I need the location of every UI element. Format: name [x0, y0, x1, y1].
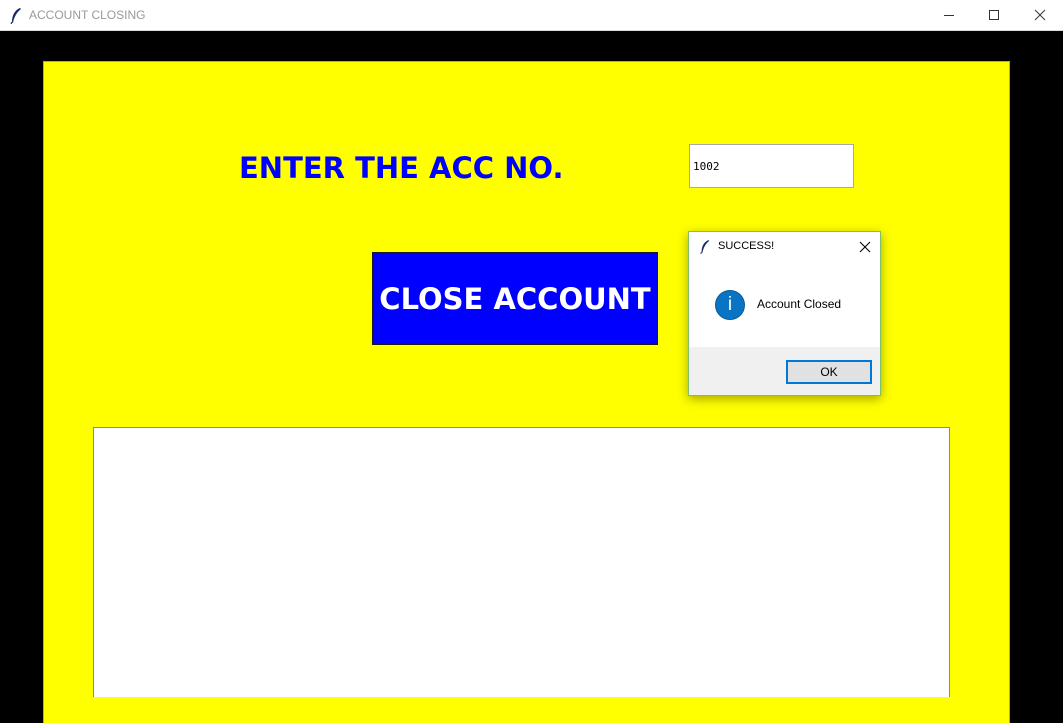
minimize-button[interactable]: [926, 0, 972, 30]
account-number-label: ENTER THE ACC NO.: [239, 151, 564, 185]
window-titlebar[interactable]: ACCOUNT CLOSING: [0, 0, 1063, 31]
close-icon: [1034, 9, 1046, 21]
maximize-button[interactable]: [971, 0, 1017, 30]
dialog-footer: OK: [689, 347, 880, 395]
dialog-title: SUCCESS!: [718, 240, 775, 252]
dialog-close-button[interactable]: [855, 237, 875, 257]
close-account-button[interactable]: CLOSE ACCOUNT: [372, 252, 658, 345]
info-icon: i: [715, 290, 745, 320]
feather-icon: [10, 8, 21, 24]
window-title: ACCOUNT CLOSING: [29, 8, 146, 22]
ok-button[interactable]: OK: [786, 360, 872, 384]
close-window-button[interactable]: [1017, 0, 1063, 30]
dialog-message: Account Closed: [757, 297, 842, 311]
maximize-icon: [989, 10, 999, 20]
close-icon: [859, 241, 871, 253]
feather-icon: [700, 240, 710, 254]
minimize-icon: [944, 15, 954, 16]
output-text-area[interactable]: [93, 427, 950, 697]
success-dialog: SUCCESS! i Account Closed OK: [688, 231, 881, 396]
account-number-input[interactable]: [689, 144, 854, 188]
